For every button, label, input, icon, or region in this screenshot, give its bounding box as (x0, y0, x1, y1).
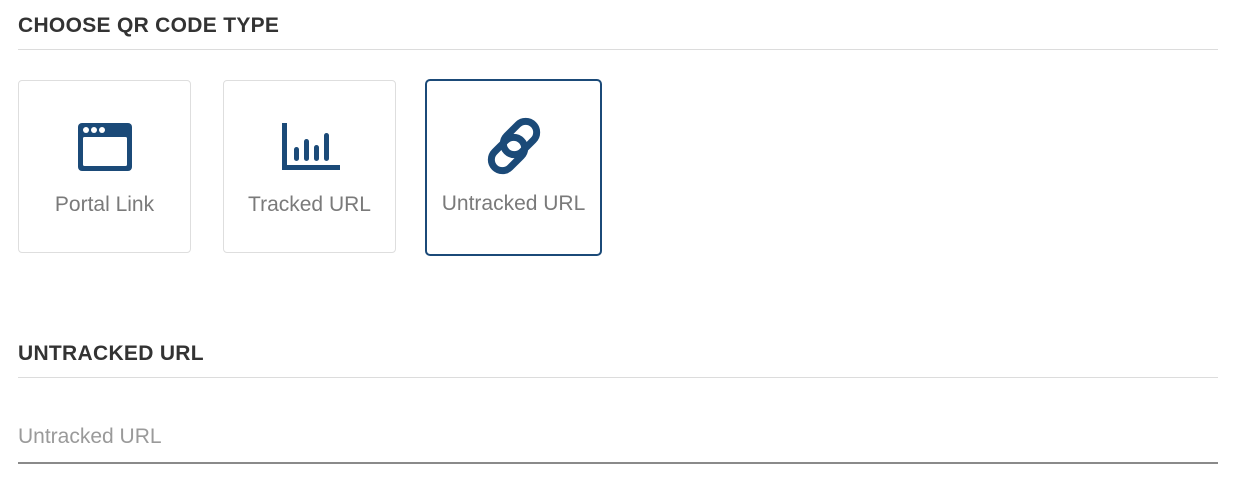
link-icon (482, 114, 546, 178)
qr-type-untracked-url-card[interactable]: Untracked URL (425, 79, 602, 256)
untracked-url-heading: UNTRACKED URL (18, 342, 204, 365)
bar-chart-icon (278, 115, 342, 179)
browser-window-icon (73, 115, 137, 179)
section-divider (18, 49, 1218, 50)
qr-type-label: Tracked URL (248, 193, 371, 216)
qr-type-label: Portal Link (54, 193, 155, 216)
qr-type-portal-link-card[interactable]: Portal Link (18, 80, 191, 253)
qr-type-label: Untracked URL (441, 192, 586, 215)
choose-qr-type-heading: CHOOSE QR CODE TYPE (18, 14, 280, 37)
section-divider (18, 377, 1218, 378)
qr-type-tracked-url-card[interactable]: Tracked URL (223, 80, 396, 253)
untracked-url-input[interactable] (18, 412, 1218, 464)
qr-type-options: Portal Link Tracked URL Untracked URL (18, 79, 718, 258)
